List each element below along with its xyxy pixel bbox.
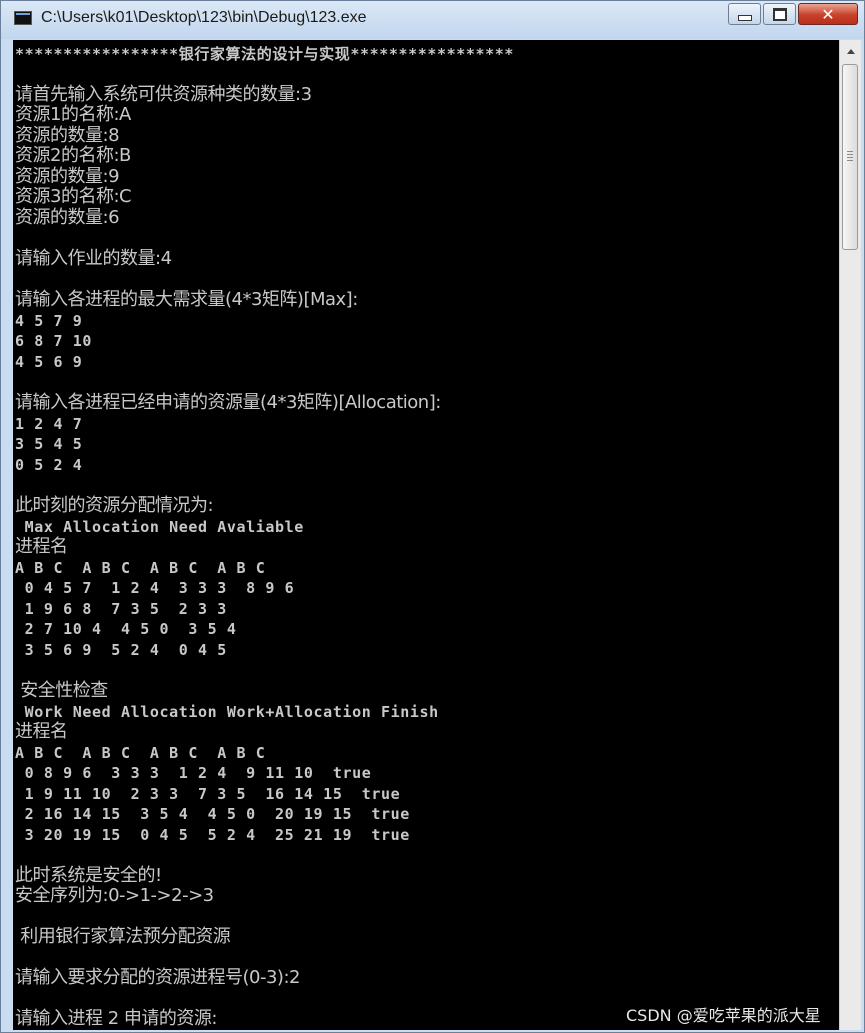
console-line: A B C A B C A B C A B C bbox=[15, 744, 266, 762]
console-line: 请输入要求分配的资源进程号(0-3):2 bbox=[15, 967, 300, 988]
console-line: 0 5 2 4 bbox=[15, 456, 83, 474]
maximize-icon bbox=[772, 7, 787, 21]
console-line: 6 8 7 10 bbox=[15, 332, 93, 350]
console-line: 安全序列为:0->1->2->3 bbox=[15, 885, 214, 906]
console-line: 请输入各进程已经申请的资源量(4*3矩阵)[Allocation]: bbox=[15, 392, 441, 413]
console-line: 4 5 7 9 bbox=[15, 312, 83, 330]
console-line: 资源2的名称:B bbox=[15, 145, 131, 166]
window-title: C:\Users\k01\Desktop\123\bin\Debug\123.e… bbox=[41, 9, 367, 26]
vertical-scrollbar[interactable] bbox=[839, 40, 861, 1030]
console-app-icon bbox=[14, 11, 32, 25]
console-line: 0 4 5 7 1 2 4 3 3 3 8 9 6 bbox=[15, 579, 295, 597]
minimize-icon bbox=[737, 15, 752, 21]
console-line: 资源的数量:6 bbox=[15, 207, 120, 228]
console-line: 请首先输入系统可供资源种类的数量:3 bbox=[15, 84, 312, 105]
title-bar[interactable]: C:\Users\k01\Desktop\123\bin\Debug\123.e… bbox=[1, 1, 864, 39]
console-line: 0 8 9 6 3 3 3 1 2 4 9 11 10 true bbox=[15, 764, 372, 782]
console-line: 3 5 4 5 bbox=[15, 435, 83, 453]
close-icon: ✕ bbox=[821, 4, 835, 24]
console-window: C:\Users\k01\Desktop\123\bin\Debug\123.e… bbox=[0, 0, 865, 1033]
console-line: 2 16 14 15 3 5 4 4 5 0 20 19 15 true bbox=[15, 805, 410, 823]
console-line: 进程名 bbox=[15, 536, 68, 557]
console-line: 2 7 10 4 4 5 0 3 5 4 bbox=[15, 620, 237, 638]
console-line: 此时刻的资源分配情况为: bbox=[15, 495, 214, 516]
console-line: 1 2 4 7 bbox=[15, 415, 83, 433]
scroll-thumb[interactable] bbox=[842, 64, 858, 250]
console-line: A B C A B C A B C A B C bbox=[15, 559, 266, 577]
arrow-up-icon bbox=[846, 49, 855, 54]
console-line: *****************银行家算法的设计与实现************… bbox=[15, 45, 515, 63]
minimize-button[interactable] bbox=[728, 3, 761, 25]
console-line: 4 5 6 9 bbox=[15, 353, 83, 371]
console-line: 资源的数量:9 bbox=[15, 166, 120, 187]
scroll-up-button[interactable] bbox=[842, 43, 859, 60]
console-line: 进程名 bbox=[15, 721, 68, 742]
console-line: 资源的数量:8 bbox=[15, 125, 120, 146]
console-line: 3 5 6 9 5 2 4 0 4 5 bbox=[15, 641, 227, 659]
console-line: 利用银行家算法预分配资源 bbox=[15, 926, 231, 947]
csdn-watermark: CSDN @爱吃苹果的派大星 bbox=[626, 1006, 821, 1025]
console-line: 1 9 6 8 7 3 5 2 3 3 bbox=[15, 600, 227, 618]
console-line: 1 9 11 10 2 3 3 7 3 5 16 14 15 true bbox=[15, 785, 401, 803]
console-line: 此时系统是安全的! bbox=[15, 865, 162, 886]
console-line: 请输入各进程的最大需求量(4*3矩阵)[Max]: bbox=[15, 289, 358, 310]
console-line: 3 20 19 15 0 4 5 5 2 4 25 21 19 true bbox=[15, 826, 410, 844]
console-line: 资源1的名称:A bbox=[15, 104, 131, 125]
console-line: 安全性检查 bbox=[15, 680, 108, 701]
console-output[interactable]: *****************银行家算法的设计与实现************… bbox=[13, 40, 839, 1030]
console-line: Max Allocation Need Avaliable bbox=[15, 518, 304, 536]
console-line: 请输入作业的数量:4 bbox=[15, 248, 172, 269]
maximize-button[interactable] bbox=[763, 3, 796, 25]
console-line: Work Need Allocation Work+Allocation Fin… bbox=[15, 703, 439, 721]
console-line: 请输入进程 2 申请的资源: bbox=[15, 1008, 217, 1029]
close-button[interactable]: ✕ bbox=[798, 3, 858, 25]
console-line: 资源3的名称:C bbox=[15, 186, 132, 207]
